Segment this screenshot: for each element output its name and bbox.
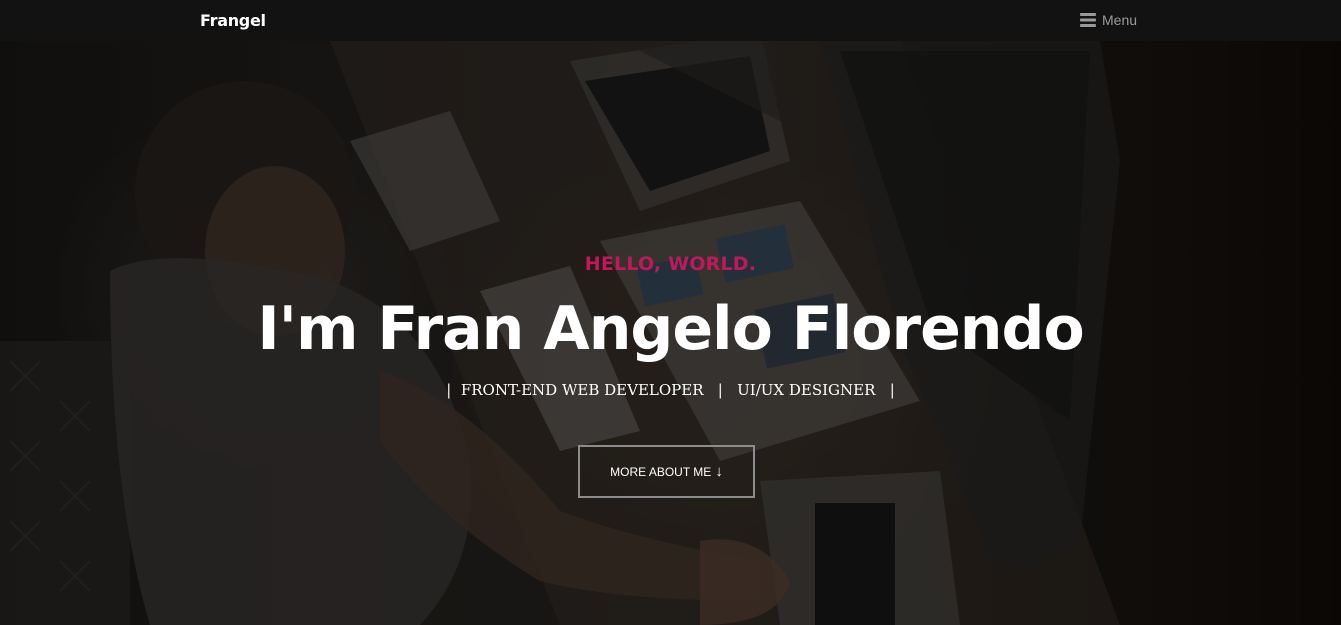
hamburger-icon — [1080, 13, 1096, 27]
hero-content: HELLO, WORLD. I'm Fran Angelo Florendo |… — [0, 41, 1341, 625]
page: Frangel Menu HELLO, WORLD. I'm Fran Ange… — [0, 0, 1341, 625]
arrow-down-icon: ↓ — [715, 462, 723, 480]
hero-roles: | FRONT-END WEB DEVELOPER | UI/UX DESIGN… — [446, 381, 895, 399]
hero-kicker: HELLO, WORLD. — [584, 253, 757, 275]
menu-toggle-button[interactable]: Menu — [1080, 12, 1137, 28]
more-about-me-button[interactable]: MORE ABOUT ME ↓ — [578, 445, 755, 498]
hero-headline: I'm Fran Angelo Florendo — [257, 294, 1084, 364]
menu-label: Menu — [1102, 12, 1138, 28]
hero-section: HELLO, WORLD. I'm Fran Angelo Florendo |… — [0, 41, 1341, 625]
brand-logo-link[interactable]: Frangel — [200, 11, 266, 30]
top-navbar: Frangel Menu — [0, 0, 1341, 41]
cta-label: MORE ABOUT ME — [610, 464, 712, 479]
